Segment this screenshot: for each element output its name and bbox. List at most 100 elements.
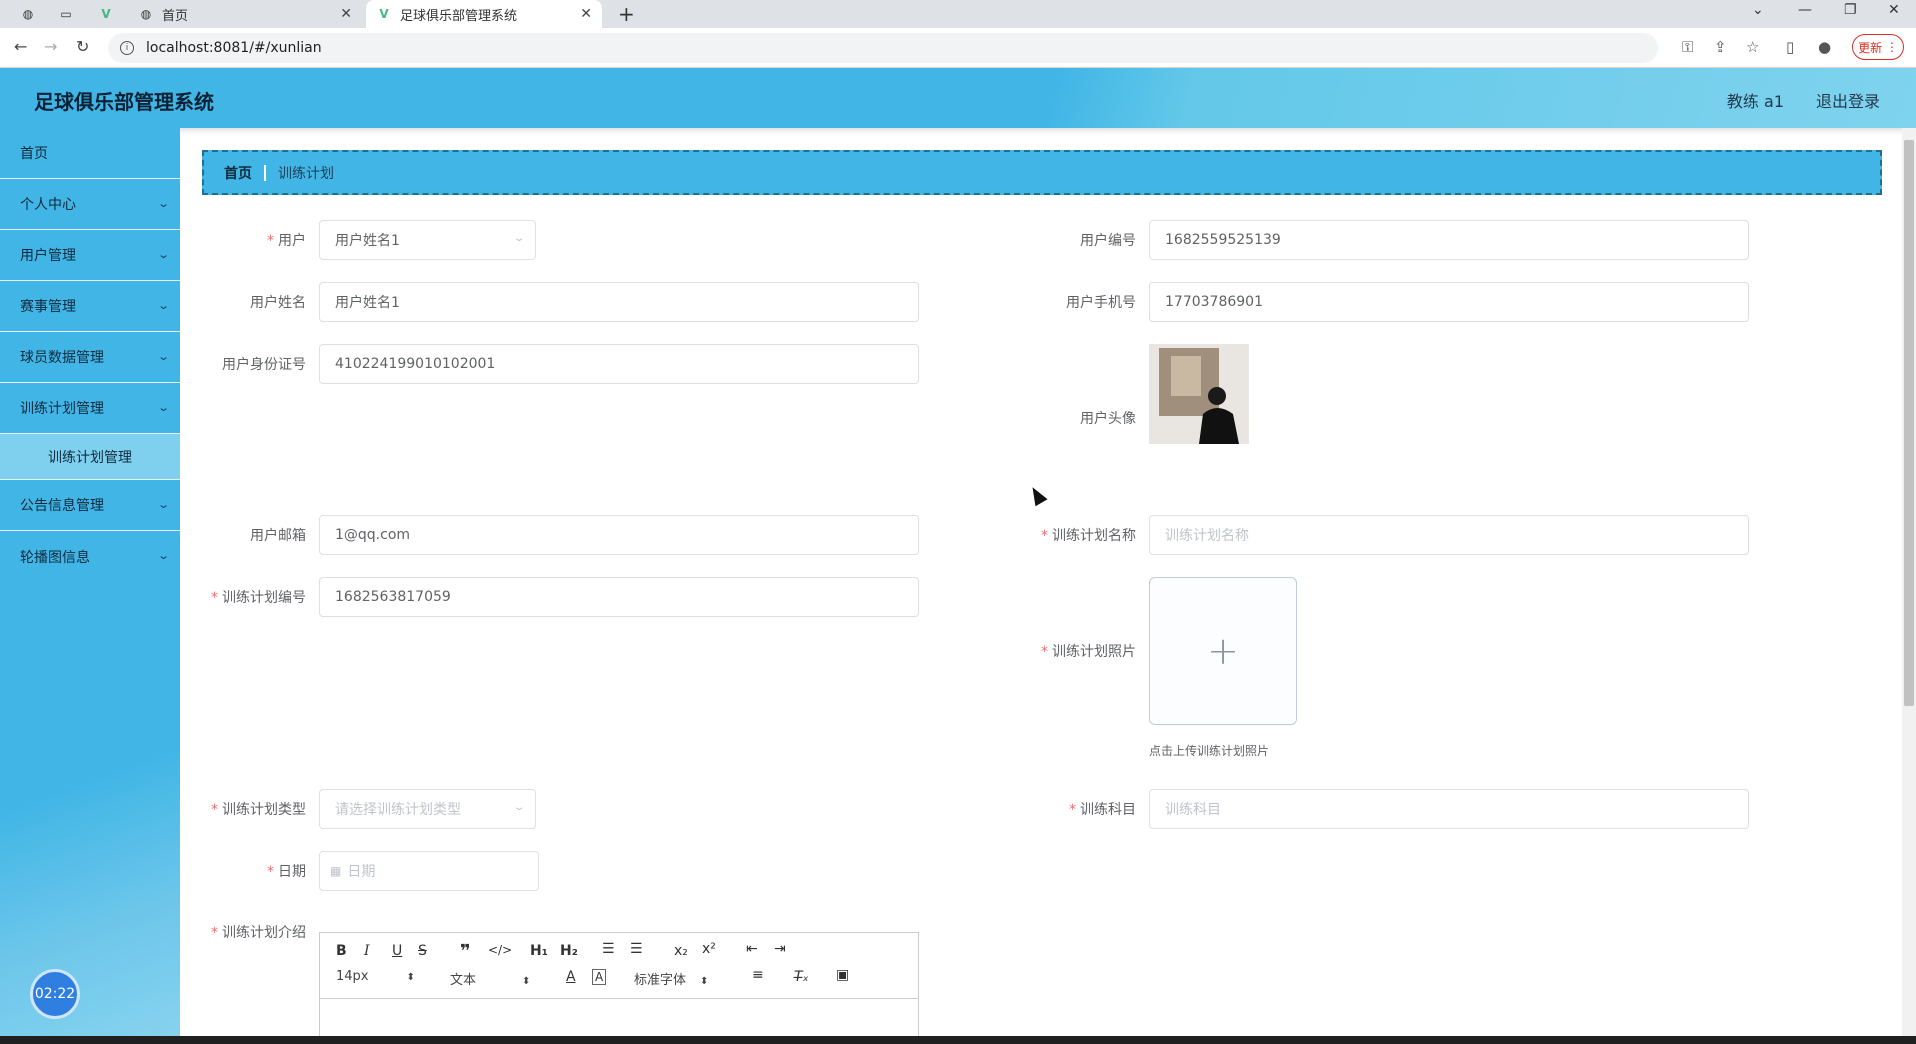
info-icon[interactable]: i [120, 41, 134, 55]
user-id-field[interactable]: 410224199010102001 [319, 344, 919, 384]
user-name-field[interactable]: 用户姓名1 [319, 282, 919, 322]
sidebar-item-notices[interactable]: 公告信息管理 ⌄ [0, 480, 180, 531]
minimize-button[interactable]: — [1798, 2, 1812, 18]
user-no-field[interactable]: 1682559525139 [1149, 220, 1749, 260]
sidebar-item-training[interactable]: 训练计划管理 ⌄ [0, 383, 180, 434]
reload-icon[interactable]: ↻ [76, 37, 89, 56]
updown-icon: ⬍ [700, 976, 709, 987]
browser-tab-home[interactable]: ◍ 首页 ✕ [128, 0, 362, 28]
forward-arrow-icon[interactable]: → [44, 37, 57, 56]
plan-name-field[interactable]: 训练计划名称 [1149, 515, 1749, 555]
globe-icon: ◍ [140, 7, 152, 21]
clock-badge: 02:22 [30, 969, 80, 1019]
font-family-select[interactable]: 标准字体 ⬍ [634, 969, 708, 988]
heading1-icon[interactable]: H₁ [530, 943, 548, 959]
underline-icon[interactable]: U [392, 943, 402, 959]
url-text: localhost:8081/#/xunlian [146, 40, 322, 56]
user-id-label: 用户身份证号 [222, 357, 306, 373]
star-icon[interactable]: ☆ [1746, 38, 1759, 56]
user-phone-field[interactable]: 17703786901 [1149, 282, 1749, 322]
sidebar-item-home[interactable]: 首页 [0, 128, 180, 179]
ordered-list-icon[interactable]: ☰ [602, 941, 615, 957]
back-arrow-icon[interactable]: ← [14, 37, 27, 56]
italic-icon[interactable]: I [364, 943, 370, 959]
calendar-icon: ▦ [330, 864, 342, 878]
subject-label: * 训练科目 [1069, 802, 1136, 818]
rich-text-editor[interactable]: B I U S ❞ </> H₁ H₂ ☰ ☰ x₂ x² ⇤ ⇥ 14px ⬍ … [319, 932, 919, 1044]
scrollbar-thumb[interactable] [1904, 140, 1914, 706]
code-icon[interactable]: </> [488, 943, 512, 957]
heading2-icon[interactable]: H₂ [560, 943, 578, 959]
breadcrumb-home[interactable]: 首页 [224, 163, 252, 183]
chevron-down-icon: ⌄ [156, 498, 170, 511]
bullet-list-icon[interactable]: ☰ [630, 941, 643, 957]
align-icon[interactable]: ≡ [752, 967, 764, 983]
plan-type-placeholder: 请选择训练计划类型 [335, 802, 461, 818]
block-type-select[interactable]: 文本 ⬍ [450, 969, 530, 988]
taskbar [0, 1036, 1916, 1044]
updown-icon: ⬍ [522, 976, 531, 987]
window-close-button[interactable]: ✕ [1888, 2, 1900, 18]
restore-button[interactable]: ❐ [1844, 2, 1857, 18]
address-bar-row: ← → ↻ i localhost:8081/#/xunlian ⚿ ⇪ ☆ ▯… [0, 28, 1916, 68]
sidebar-item-label: 轮播图信息 [20, 549, 90, 566]
sidepanel-icon[interactable]: ▯ [1786, 38, 1794, 56]
subject-field[interactable]: 训练科目 [1149, 789, 1749, 829]
chevron-down-icon: ⌄ [156, 197, 170, 210]
clear-format-icon[interactable]: T̶ₓ [794, 969, 809, 985]
user-select[interactable]: 用户姓名1 ⌄ [319, 220, 536, 260]
update-label: 更新 [1858, 40, 1883, 55]
profile-icon[interactable]: ● [1818, 38, 1831, 56]
share-icon[interactable]: ⇪ [1714, 38, 1727, 56]
sidebar-item-profile[interactable]: 个人中心 ⌄ [0, 179, 180, 230]
new-tab-button[interactable]: + [618, 2, 635, 26]
indent-icon[interactable]: ⇥ [774, 941, 786, 957]
user-select-value: 用户姓名1 [335, 233, 400, 249]
breadcrumb-divider [264, 164, 266, 181]
chevron-down-icon: ⌄ [512, 802, 526, 813]
globe-icon[interactable]: ◍ [20, 6, 36, 22]
blockquote-icon[interactable]: ❞ [460, 941, 471, 962]
user-no-label: 用户编号 [1080, 233, 1136, 249]
close-icon[interactable]: ✕ [580, 6, 592, 22]
font-size-select[interactable]: 14px ⬍ [336, 969, 415, 984]
font-color-icon[interactable]: A [566, 969, 576, 985]
chevron-down-icon[interactable]: ⌄ [1752, 2, 1764, 18]
date-picker[interactable]: ▦ 日期 [319, 851, 539, 891]
sidebar-subitem-training[interactable]: 训练计划管理 [0, 434, 180, 480]
update-button[interactable]: 更新 ⋮ [1852, 34, 1904, 60]
tab-title: 足球俱乐部管理系统 [400, 8, 518, 24]
sidebar-item-label: 首页 [20, 146, 48, 162]
bold-icon[interactable]: B [336, 943, 347, 959]
user-avatar-label: 用户头像 [1080, 411, 1136, 427]
outdent-icon[interactable]: ⇤ [746, 941, 758, 957]
plan-photo-uploader[interactable]: + [1149, 577, 1297, 725]
user-name-label: 用户姓名 [250, 295, 306, 311]
plan-intro-label: * 训练计划介绍 [211, 925, 306, 941]
updown-icon: ⬍ [406, 972, 415, 983]
blank-tab-icon[interactable]: ▭ [58, 6, 74, 22]
user-email-field[interactable]: 1@qq.com [319, 515, 919, 555]
browser-tab-strip: ◍ ▭ V ◍ 首页 ✕ V 足球俱乐部管理系统 ✕ + ⌄ — ❐ ✕ [0, 0, 1916, 28]
chevron-down-icon: ⌄ [156, 401, 170, 414]
plan-no-field[interactable]: 1682563817059 [319, 577, 919, 617]
app-header: 足球俱乐部管理系统 教练 a1 退出登录 [0, 68, 1916, 128]
close-icon[interactable]: ✕ [340, 6, 352, 22]
chevron-down-icon: ⌄ [156, 549, 170, 562]
sidebar-item-label: 公告信息管理 [20, 498, 104, 514]
logout-link[interactable]: 退出登录 [1816, 88, 1880, 112]
browser-tab-active[interactable]: V 足球俱乐部管理系统 ✕ [366, 0, 602, 28]
subscript-icon[interactable]: x₂ [674, 943, 688, 959]
date-label: * 日期 [267, 864, 306, 880]
background-color-icon[interactable]: A [592, 969, 607, 985]
strike-icon[interactable]: S [418, 943, 427, 959]
key-icon[interactable]: ⚿ [1682, 38, 1693, 56]
url-bar[interactable]: i localhost:8081/#/xunlian [108, 33, 1658, 63]
sidebar-item-label: 用户管理 [20, 248, 76, 264]
vue-icon[interactable]: V [98, 6, 114, 22]
vue-icon: V [379, 7, 389, 21]
superscript-icon[interactable]: x² [702, 941, 716, 957]
plan-type-select[interactable]: 请选择训练计划类型 ⌄ [319, 789, 536, 829]
image-icon[interactable]: ▣ [836, 967, 849, 983]
app-title: 足球俱乐部管理系统 [34, 90, 214, 114]
